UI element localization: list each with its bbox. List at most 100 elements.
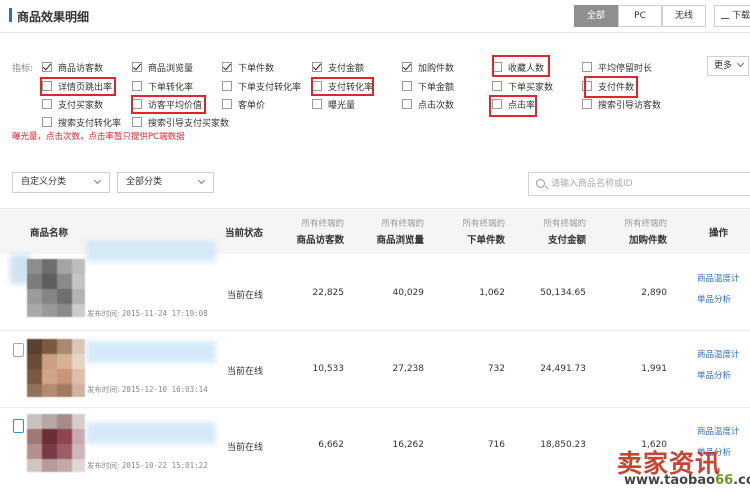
- column-header-label: 下单件数: [466, 235, 505, 246]
- download-button[interactable]: 下载: [714, 5, 750, 27]
- checkbox-label: 搜索支付转化率: [58, 118, 122, 129]
- column-header-pageviews[interactable]: 所有终端的 商品浏览量: [344, 217, 424, 246]
- tab-pc[interactable]: PC: [618, 5, 662, 27]
- product-thumbnail[interactable]: [27, 259, 85, 317]
- checkbox-payment-amount[interactable]: 支付金额: [312, 60, 364, 74]
- column-header-visitors[interactable]: 所有终端的 商品访客数: [264, 217, 344, 246]
- checkbox-label: 搜索引导访客数: [598, 100, 662, 111]
- checkbox-clicks[interactable]: 点击次数: [402, 97, 454, 111]
- column-header-prefix: 所有终端的: [462, 219, 505, 229]
- checkbox-box: [132, 62, 142, 72]
- checkbox-visitor-count[interactable]: 商品访客数: [42, 60, 103, 74]
- checkbox-box: [492, 81, 502, 91]
- checkbox-unit-price[interactable]: 客单价: [222, 97, 265, 111]
- table-row: 发布时间: 2015-11-24 17:19:08 当前在线 22,825 40…: [0, 240, 750, 331]
- checkbox-order-buyers[interactable]: 下单买家数: [492, 79, 553, 93]
- column-header-prefix: 所有终端的: [543, 219, 586, 229]
- checkbox-label: 商品访客数: [58, 63, 104, 74]
- row-actions: 商品温度计 单品分析: [697, 345, 740, 387]
- checkbox-label: 下单支付转化率: [238, 82, 302, 93]
- publish-time: 发布时间: 2015-12-10 16:03:14: [87, 384, 208, 395]
- checkbox-impressions[interactable]: 曝光量: [312, 97, 355, 111]
- item-analysis-link[interactable]: 单品分析: [697, 290, 740, 311]
- cell-cart: 1,991: [641, 364, 667, 374]
- product-name-blurred[interactable]: [86, 341, 216, 363]
- checkbox-box: [222, 81, 232, 91]
- column-header-order-qty[interactable]: 所有终端的 下单件数: [425, 217, 505, 246]
- publish-time: 发布时间: 2015-11-24 17:19:08: [87, 308, 208, 319]
- highlight-favorites: [492, 55, 550, 77]
- checkbox-avg-stay[interactable]: 平均停留时长: [582, 60, 652, 74]
- column-header-label: 加购件数: [628, 235, 667, 246]
- column-header-status: 当前状态: [225, 228, 264, 239]
- more-button[interactable]: 更多: [707, 56, 749, 76]
- status-text: 当前在线: [227, 291, 264, 301]
- search-input[interactable]: [551, 176, 750, 192]
- checkbox-label: 搜索引导支付买家数: [148, 118, 230, 129]
- product-thumbnail[interactable]: [27, 339, 85, 397]
- checkbox-search-conversion[interactable]: 搜索支付转化率: [42, 115, 121, 129]
- product-thermometer-link[interactable]: 商品温度计: [697, 345, 740, 366]
- table-row: 发布时间: 2015-12-10 16:03:14 当前在线 10,533 27…: [0, 331, 750, 408]
- watermark-url: www.taobao66.com: [624, 473, 750, 488]
- cell-cart: 2,890: [641, 288, 667, 298]
- mobile-icon: [13, 419, 24, 433]
- pc-only-note: 曝光量，点击次数，点击率暂只提供PC端数据: [12, 132, 185, 142]
- checkbox-order-conversion[interactable]: 下单转化率: [132, 79, 193, 93]
- checkbox-pay-buyers[interactable]: 支付买家数: [42, 97, 103, 111]
- column-header-cart[interactable]: 所有终端的 加购件数: [587, 217, 667, 246]
- watermark-url-part: .com: [733, 473, 750, 488]
- highlight-visitor-value: [131, 95, 206, 114]
- checkbox-label: 下单金额: [418, 82, 455, 93]
- chevron-down-icon: [93, 176, 102, 185]
- checkbox-order-pay-conversion[interactable]: 下单支付转化率: [222, 79, 301, 93]
- highlight-pay-conversion: [311, 77, 374, 96]
- checkbox-label: 下单买家数: [508, 82, 554, 93]
- cell-order-qty: 1,062: [479, 288, 505, 298]
- search-icon[interactable]: [536, 179, 545, 188]
- all-category-value: 全部分类: [126, 177, 163, 187]
- checkbox-box: [582, 99, 592, 109]
- product-thumbnail[interactable]: [27, 414, 85, 472]
- watermark-url-part: taobao: [664, 473, 716, 488]
- download-icon: [721, 11, 729, 19]
- product-name-blurred[interactable]: [86, 240, 216, 262]
- checkbox-search-visitors[interactable]: 搜索引导访客数: [582, 97, 661, 111]
- column-header-label: 商品浏览量: [376, 235, 424, 246]
- checkbox-page-views[interactable]: 商品浏览量: [132, 60, 193, 74]
- column-header-label: 商品访客数: [296, 235, 344, 246]
- publish-label: 发布时间:: [87, 461, 120, 470]
- publish-value: 2015-12-10 16:03:14: [121, 385, 208, 394]
- checkbox-box: [312, 99, 322, 109]
- product-thermometer-link[interactable]: 商品温度计: [697, 422, 740, 443]
- cell-pageviews: 40,029: [392, 288, 425, 298]
- checkbox-label: 客单价: [238, 100, 266, 111]
- chevron-down-icon: [197, 176, 206, 185]
- all-category-select[interactable]: 全部分类: [117, 172, 214, 193]
- checkbox-order-amount[interactable]: 下单金额: [402, 79, 454, 93]
- checkbox-box: [312, 62, 322, 72]
- tab-wireless[interactable]: 无线: [662, 5, 706, 27]
- checkbox-order-qty[interactable]: 下单件数: [222, 60, 274, 74]
- tab-all[interactable]: 全部: [574, 5, 618, 27]
- cell-pageviews: 27,238: [392, 364, 425, 374]
- item-analysis-link[interactable]: 单品分析: [697, 366, 740, 387]
- row-actions: 商品温度计 单品分析: [697, 269, 740, 311]
- custom-category-value: 自定义分类: [21, 177, 67, 187]
- highlight-bounce-rate: [40, 77, 116, 96]
- product-search: [528, 172, 750, 196]
- checkbox-box: [582, 62, 592, 72]
- checkbox-search-buyers[interactable]: 搜索引导支付买家数: [132, 115, 229, 129]
- publish-value: 2015-10-22 15:01:22: [121, 461, 208, 470]
- product-thermometer-link[interactable]: 商品温度计: [697, 269, 740, 290]
- product-name-blurred[interactable]: [86, 422, 216, 444]
- checkbox-cart-qty[interactable]: 加购件数: [402, 60, 454, 74]
- status-text: 当前在线: [227, 367, 264, 377]
- cell-visitors: 22,825: [312, 288, 345, 298]
- custom-category-select[interactable]: 自定义分类: [12, 172, 110, 193]
- checkbox-label: 曝光量: [328, 100, 356, 111]
- highlight-pay-qty: [584, 76, 638, 98]
- cell-order-qty: 732: [487, 364, 505, 374]
- checkbox-label: 加购件数: [418, 63, 455, 74]
- column-header-payment[interactable]: 所有终端的 支付金额: [506, 217, 586, 246]
